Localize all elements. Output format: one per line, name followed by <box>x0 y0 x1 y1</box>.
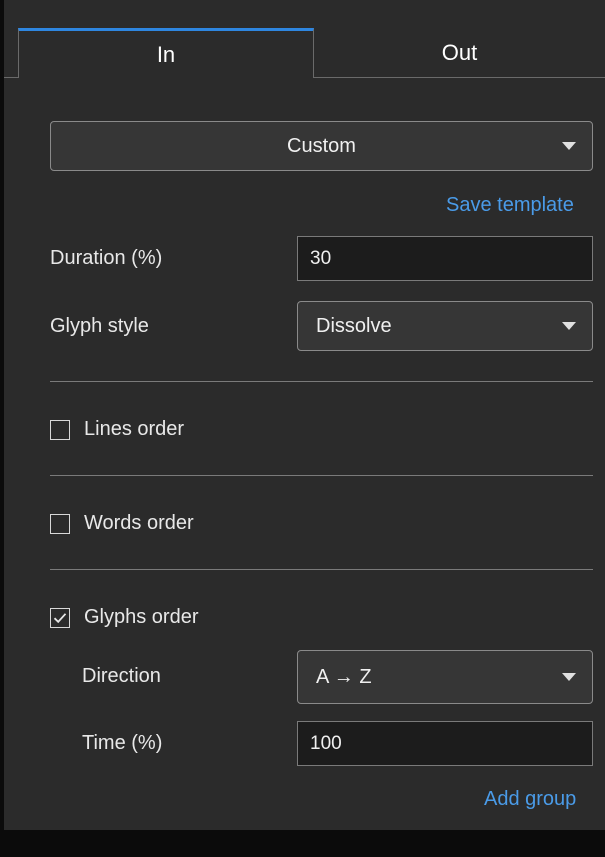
glyphs-order-checkbox-box[interactable] <box>50 607 70 628</box>
direction-label: Direction <box>82 665 161 687</box>
glyph-style-dropdown[interactable]: Dissolve <box>297 301 593 351</box>
lines-order-checkbox[interactable]: Lines order <box>50 418 184 441</box>
section-divider <box>50 381 593 382</box>
words-order-checkbox[interactable]: Words order <box>50 512 194 535</box>
checkmark-icon <box>53 612 67 623</box>
preset-selected-value: Custom <box>287 134 356 157</box>
time-value: 100 <box>310 732 342 754</box>
tab-in[interactable]: In <box>18 28 314 78</box>
glyphs-order-label: Glyphs order <box>84 606 199 628</box>
lines-order-label: Lines order <box>84 418 185 440</box>
lines-order-checkbox-box[interactable] <box>50 419 70 440</box>
words-order-label: Words order <box>84 512 194 534</box>
tab-in-label: In <box>156 41 176 67</box>
duration-label: Duration (%) <box>50 247 163 269</box>
direction-selected-value: A → Z <box>316 665 372 688</box>
words-order-checkbox-box[interactable] <box>50 513 70 534</box>
section-divider <box>50 569 593 570</box>
chevron-down-icon <box>562 673 576 681</box>
chevron-down-icon <box>562 142 576 150</box>
chevron-down-icon <box>562 322 576 330</box>
save-template-link[interactable]: Save template <box>446 194 574 217</box>
glyph-style-label: Glyph style <box>50 315 149 337</box>
tab-out[interactable]: Out <box>314 28 605 78</box>
glyphs-order-checkbox[interactable]: Glyphs order <box>50 606 199 629</box>
duration-field[interactable]: 30 <box>297 236 593 281</box>
tab-out-label: Out <box>441 39 478 65</box>
tab-baseline <box>4 77 18 78</box>
add-group-link[interactable]: Add group <box>484 788 576 811</box>
direction-dropdown[interactable]: A → Z <box>297 650 593 704</box>
preset-dropdown[interactable]: Custom <box>50 121 593 171</box>
glyph-style-selected-value: Dissolve <box>316 314 392 337</box>
section-divider <box>50 475 593 476</box>
time-field[interactable]: 100 <box>297 721 593 766</box>
duration-value: 30 <box>310 247 332 269</box>
time-label: Time (%) <box>82 732 163 754</box>
window-bottom-edge <box>0 830 605 857</box>
